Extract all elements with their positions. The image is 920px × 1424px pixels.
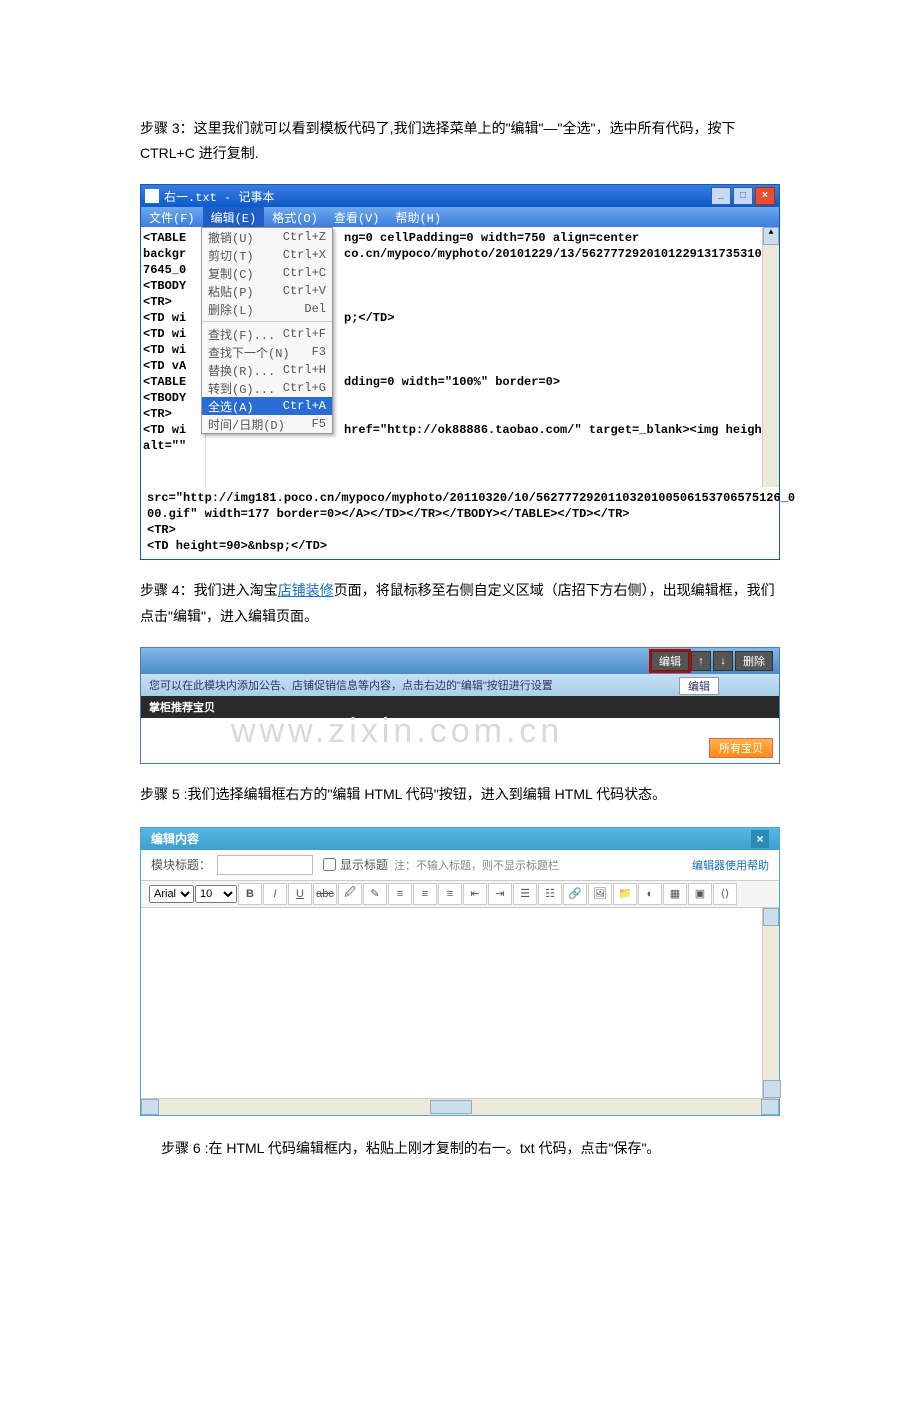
menu-item-1[interactable]: 剪切(T)Ctrl+X	[202, 246, 332, 264]
menu-item-9[interactable]: 全选(A)Ctrl+A	[202, 397, 332, 415]
align-center-button[interactable]: ≡	[413, 883, 437, 905]
notepad-titlebar[interactable]: 右一.txt - 记事本 _ □ ×	[141, 185, 779, 207]
menu-item-10[interactable]: 时间/日期(D)F5	[202, 415, 332, 433]
delete-button[interactable]: 删除	[735, 651, 773, 671]
editor-header-row: 模块标题： 显示标题 注：不输入标题，则不显示标题栏 编辑器使用帮助	[141, 850, 779, 881]
underline-button[interactable]: U	[288, 883, 312, 905]
scroll-up-icon[interactable]	[763, 908, 779, 926]
editor-canvas[interactable]	[141, 908, 779, 1098]
edit-button[interactable]: 编辑	[651, 651, 689, 671]
scroll-up-icon[interactable]: ▲	[763, 227, 779, 245]
outdent-button[interactable]: ⇥	[488, 883, 512, 905]
align-right-button[interactable]: ≡	[438, 883, 462, 905]
notepad-title: 右一.txt - 记事本	[164, 188, 711, 205]
code-right-fragment: ng=0 cellPadding=0 width=750 align=cente…	[338, 227, 779, 487]
editor-toolbar: Arial 10 B I U abc 🖉 ✎ ≡ ≡ ≡ ⇤ ⇥ ☰ ☷ 🔗 🖼…	[141, 881, 779, 908]
step6-text: 步骤 6 :在 HTML 代码编辑框内，粘贴上刚才复制的右一。txt 代码，点击…	[140, 1136, 780, 1161]
module-hint: 您可以在此模块内添加公告、店铺促销信息等内容，点击右边的"编辑"按钮进行设置 编…	[141, 674, 779, 696]
menu-item-2[interactable]: 复制(C)Ctrl+C	[202, 264, 332, 282]
editor-title: 编辑内容	[151, 830, 199, 847]
misc-button-1[interactable]: ▦	[663, 883, 687, 905]
scroll-down-icon[interactable]	[763, 1080, 781, 1098]
italic-button[interactable]: I	[263, 883, 287, 905]
color-button[interactable]: 🖉	[338, 883, 362, 905]
menu-item-6[interactable]: 查找下一个(N)F3	[202, 343, 332, 361]
indent-button[interactable]: ⇤	[463, 883, 487, 905]
ul-button[interactable]: ☰	[513, 883, 537, 905]
scroll-left-icon[interactable]	[141, 1099, 159, 1115]
scroll-right-icon[interactable]	[761, 1099, 779, 1115]
inline-edit-button[interactable]: 编辑	[679, 677, 719, 695]
editor-titlebar: 编辑内容 ×	[141, 828, 779, 850]
code-left-fragment: <TABLEbackgr7645_0<TBODY<TR><TD wi<TD wi…	[141, 227, 206, 487]
code-bottom-fragment: src="http://img181.poco.cn/mypoco/myphot…	[141, 487, 779, 559]
move-down-button[interactable]: ↓	[713, 651, 733, 671]
notepad-icon	[145, 189, 159, 203]
module-toolbar: 编辑 ↑ ↓ 删除	[141, 648, 779, 674]
show-title-label: 显示标题	[340, 856, 388, 873]
editor-help-link[interactable]: 编辑器使用帮助	[692, 857, 769, 873]
step4-text: 步骤 4：我们进入淘宝店铺装修页面，将鼠标移至右侧自定义区域（店招下方右侧），出…	[140, 578, 780, 628]
misc-button-2[interactable]: ▣	[688, 883, 712, 905]
minimize-button[interactable]: _	[711, 187, 731, 205]
show-title-checkbox[interactable]	[323, 858, 336, 871]
clock-button[interactable]: ◐	[638, 883, 662, 905]
bold-button[interactable]: B	[238, 883, 262, 905]
menu-edit[interactable]: 编辑(E)	[203, 207, 265, 227]
font-family-select[interactable]: Arial	[149, 885, 194, 903]
close-button[interactable]: ×	[755, 187, 775, 205]
move-up-button[interactable]: ↑	[691, 651, 711, 671]
step3-text: 步骤 3：这里我们就可以看到模板代码了,我们选择菜单上的"编辑"—"全选"，选中…	[140, 116, 780, 166]
maximize-button[interactable]: □	[733, 187, 753, 205]
menu-format[interactable]: 格式(O)	[264, 207, 326, 227]
step5-text: 步骤 5 :我们选择编辑框右方的"编辑 HTML 代码"按钮，进入到编辑 HTM…	[140, 782, 780, 807]
html-source-button[interactable]: ⟨⟩	[713, 883, 737, 905]
menu-item-7[interactable]: 替换(R)...Ctrl+H	[202, 361, 332, 379]
editor-vscroll[interactable]	[762, 908, 779, 1098]
menu-item-3[interactable]: 粘贴(P)Ctrl+V	[202, 282, 332, 300]
edit-menu-dropdown: 撤销(U)Ctrl+Z剪切(T)Ctrl+X复制(C)Ctrl+C粘贴(P)Ct…	[201, 227, 333, 434]
notepad-menubar: 文件(F) 编辑(E) 格式(O) 查看(V) 帮助(H)	[141, 207, 779, 227]
module-hint-text: 您可以在此模块内添加公告、店铺促销信息等内容，点击右边的"编辑"按钮进行设置	[149, 677, 553, 693]
menu-item-5[interactable]: 查找(F)...Ctrl+F	[202, 321, 332, 343]
editor-panel: 编辑内容 × 模块标题： 显示标题 注：不输入标题，则不显示标题栏 编辑器使用帮…	[140, 827, 780, 1116]
menu-item-4[interactable]: 删除(L)Del	[202, 300, 332, 318]
brush-button[interactable]: ✎	[363, 883, 387, 905]
all-items-button[interactable]: 所有宝贝	[709, 738, 773, 758]
shop-decorate-link[interactable]: 店铺装修	[278, 582, 334, 598]
folder-button[interactable]: 📁	[613, 883, 637, 905]
menu-view[interactable]: 查看(V)	[326, 207, 388, 227]
title-note: 注：不输入标题，则不显示标题栏	[394, 857, 559, 873]
editor-close-icon[interactable]: ×	[751, 830, 769, 848]
editor-hscroll[interactable]	[141, 1098, 779, 1115]
notepad-window: 右一.txt - 记事本 _ □ × 文件(F) 编辑(E) 格式(O) 查看(…	[140, 184, 780, 560]
menu-item-8[interactable]: 转到(G)...Ctrl+G	[202, 379, 332, 397]
step4-screenshot: 编辑 ↑ ↓ 删除 您可以在此模块内添加公告、店铺促销信息等内容，点击右边的"编…	[140, 647, 780, 764]
image-button[interactable]: 🖼	[588, 883, 612, 905]
module-title-input[interactable]	[217, 855, 313, 875]
watermark-text: www.zixin.com.cn	[231, 712, 563, 751]
menu-help[interactable]: 帮助(H)	[387, 207, 449, 227]
module-title-label: 模块标题：	[151, 856, 211, 873]
menu-file[interactable]: 文件(F)	[141, 207, 203, 227]
scroll-thumb[interactable]	[430, 1100, 472, 1114]
font-size-select[interactable]: 10	[195, 885, 237, 903]
scrollbar-vertical[interactable]: ▲	[762, 227, 779, 487]
strike-button[interactable]: abc	[313, 883, 337, 905]
align-left-button[interactable]: ≡	[388, 883, 412, 905]
step4-pre: 步骤 4：我们进入淘宝	[140, 582, 278, 598]
link-button[interactable]: 🔗	[563, 883, 587, 905]
ol-button[interactable]: ☷	[538, 883, 562, 905]
menu-item-0[interactable]: 撤销(U)Ctrl+Z	[202, 228, 332, 246]
